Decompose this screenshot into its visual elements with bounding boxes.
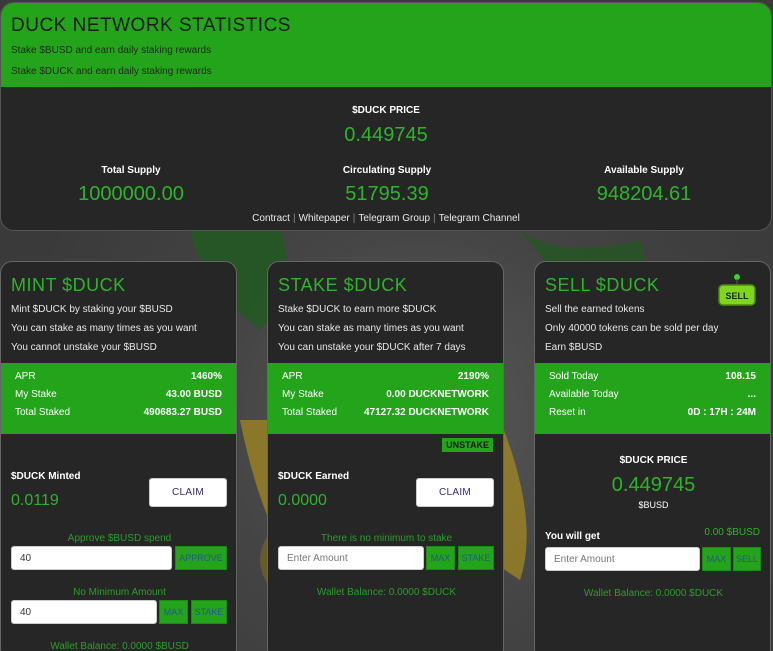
sell-desc-2: Only 40000 tokens can be sold per day xyxy=(545,323,719,334)
contract-link[interactable]: Contract xyxy=(252,213,290,224)
earned-label: $DUCK Earned xyxy=(278,471,350,482)
unstake-button[interactable]: UNSTAKE xyxy=(442,438,493,452)
page-title: DUCK NETWORK STATISTICS xyxy=(11,15,291,36)
subtitle-busd: Stake $BUSD and earn daily staking rewar… xyxy=(11,45,212,56)
telegram-channel-link[interactable]: Telegram Channel xyxy=(439,213,520,224)
circulating-supply-label: Circulating Supply xyxy=(342,165,432,176)
earned-value: 0.0000 xyxy=(278,492,327,509)
sell-price-label: $DUCK PRICE xyxy=(619,455,688,466)
sell-price-unit: $BUSD xyxy=(638,500,669,510)
price-label: $DUCK PRICE xyxy=(352,105,420,116)
stat-row: My Stake 43.00 BUSD xyxy=(15,389,222,400)
mint-stake-button[interactable]: STAKE xyxy=(191,600,227,624)
statistics-header: DUCK NETWORK STATISTICS Stake $BUSD and … xyxy=(1,3,771,87)
mint-desc-2: You can stake as many times as you want xyxy=(11,323,197,334)
min-amount-hint: No Minimum Amount xyxy=(73,587,166,598)
stake-stake-button[interactable]: STAKE xyxy=(458,546,494,570)
sell-card: SELL $DUCK SELL Sell the earned tokens O… xyxy=(534,261,771,651)
sell-stats: Sold Today 108.15 Available Today... Rese… xyxy=(535,363,770,434)
sell-amount-input[interactable]: Enter Amount xyxy=(545,547,700,571)
mint-desc-3: You cannot unstake your $BUSD xyxy=(11,342,157,353)
stat-row: APR 1460% xyxy=(15,371,222,382)
minted-value: 0.0119 xyxy=(11,492,59,509)
available-supply-value: 948204.61 xyxy=(596,183,692,205)
stake-desc-2: You can stake as many times as you want xyxy=(278,323,464,334)
sell-title: SELL $DUCK xyxy=(545,275,660,295)
stake-claim-button[interactable]: CLAIM xyxy=(416,478,494,507)
minted-label: $DUCK Minted xyxy=(11,471,81,482)
stake-card: STAKE $DUCK Stake $DUCK to earn more $DU… xyxy=(267,261,504,651)
stat-row: Reset in 0D : 17H : 24M xyxy=(549,407,756,418)
you-will-get-label: You will get xyxy=(545,531,600,542)
stat-row: Sold Today 108.15 xyxy=(549,371,756,382)
sell-desc-3: Earn $BUSD xyxy=(545,342,603,353)
stat-row: Total Staked 490683.27 BUSD xyxy=(15,407,222,418)
circulating-supply-value: 51795.39 xyxy=(345,183,429,205)
circulating-supply: Circulating Supply 51795.39 xyxy=(257,165,517,206)
mint-max-button[interactable]: MAX xyxy=(159,600,188,624)
stake-wallet-balance: Wallet Balance: 0.0000 $DUCK xyxy=(316,587,457,598)
svg-text:SELL: SELL xyxy=(725,291,749,301)
you-will-get-value: 0.00 $BUSD xyxy=(704,527,760,538)
sell-max-button[interactable]: MAX xyxy=(702,547,731,571)
stake-title: STAKE $DUCK xyxy=(278,275,408,295)
stake-min-hint: There is no minimum to stake xyxy=(320,533,453,544)
mint-title: MINT $DUCK xyxy=(11,275,126,295)
stake-max-button[interactable]: MAX xyxy=(426,546,455,570)
mint-wallet-balance: Wallet Balance: 0.0000 $BUSD xyxy=(50,641,189,651)
sell-button[interactable]: SELL xyxy=(733,547,761,571)
stake-stats: APR 2190% My Stake 0.00 DUCKNETWORK Total … xyxy=(268,363,503,434)
sell-price-value: 0.449745 xyxy=(611,474,696,496)
price-value: 0.449745 xyxy=(344,124,428,146)
mint-claim-button[interactable]: CLAIM xyxy=(149,478,227,507)
stake-amount-input[interactable]: Enter Amount xyxy=(278,546,424,570)
telegram-group-link[interactable]: Telegram Group xyxy=(358,213,430,224)
stake-desc-3: You can unstake your $DUCK after 7 days xyxy=(278,342,466,353)
total-supply-value: 1000000.00 xyxy=(78,183,184,205)
sell-wallet-balance: Wallet Balance: 0.0000 $DUCK xyxy=(583,588,724,599)
mint-stake-input[interactable]: 40 xyxy=(11,600,157,624)
whitepaper-link[interactable]: Whitepaper xyxy=(299,213,350,224)
stat-row: Available Today... xyxy=(549,389,756,400)
stat-row: My Stake 0.00 DUCKNETWORK xyxy=(282,389,489,400)
network-statistics-panel: DUCK NETWORK STATISTICS Stake $BUSD and … xyxy=(0,2,772,231)
total-supply-label: Total Supply xyxy=(101,165,161,176)
approve-amount-input[interactable]: 40 xyxy=(11,546,172,570)
mint-desc-1: Mint $DUCK by staking your $BUSD xyxy=(11,304,173,315)
total-supply: Total Supply 1000000.00 xyxy=(1,165,261,206)
sell-sign-icon: SELL xyxy=(718,274,756,306)
available-supply: Available Supply 948204.61 xyxy=(514,165,771,206)
stat-row: APR 2190% xyxy=(282,371,489,382)
subtitle-duck: Stake $DUCK and earn daily staking rewar… xyxy=(11,66,212,77)
mint-card: MINT $DUCK Mint $DUCK by staking your $B… xyxy=(0,261,237,651)
stake-desc-1: Stake $DUCK to earn more $DUCK xyxy=(278,304,437,315)
available-supply-label: Available Supply xyxy=(604,165,684,176)
footer-links: Contract | Whitepaper | Telegram Group | Teleg… xyxy=(252,213,520,224)
mint-stats: APR 1460% My Stake 43.00 BUSD Total Staked… xyxy=(1,363,236,434)
sell-desc-1: Sell the earned tokens xyxy=(545,304,645,315)
approve-hint: Approve $BUSD spend xyxy=(67,533,172,544)
approve-button[interactable]: APPROVE xyxy=(175,546,227,570)
stat-row: Total Staked 47127.32 DUCKNETWORK xyxy=(282,407,489,418)
